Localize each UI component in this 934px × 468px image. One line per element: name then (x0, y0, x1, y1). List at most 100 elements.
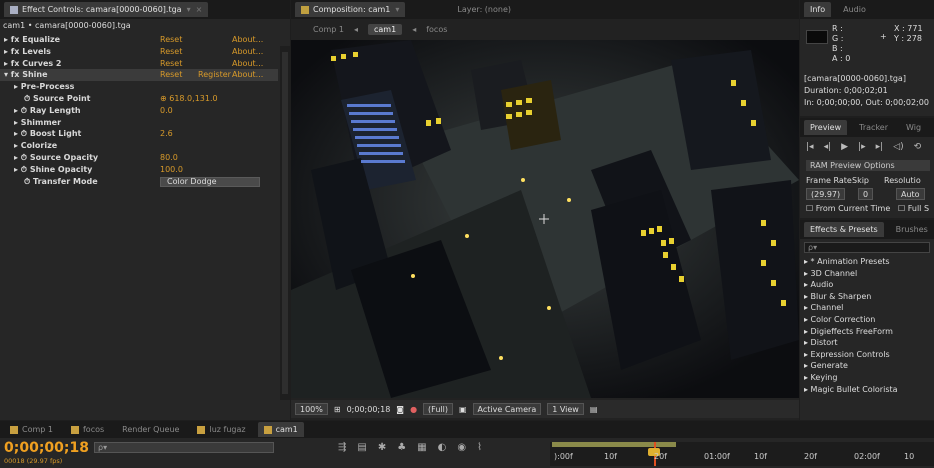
effect-row-value[interactable]: About... (232, 46, 263, 58)
audio-icon[interactable]: ◁) (893, 142, 903, 152)
effect-row-value[interactable]: 0.0 (160, 105, 173, 117)
breadcrumb-focos[interactable]: focos (426, 25, 447, 34)
graph-editor-icon[interactable]: ⌇ (477, 442, 482, 453)
camera-snapshot-icon[interactable]: ◙ (396, 405, 404, 414)
tab-wiggler[interactable]: Wig (900, 120, 927, 135)
timeline-tab[interactable]: Comp 1 (4, 422, 59, 437)
tab-audio[interactable]: Audio (837, 2, 872, 17)
effect-row-value[interactable]: 100.0 (160, 164, 183, 176)
resolution-dropdown[interactable]: (Full) (423, 403, 453, 415)
effect-row-value[interactable]: 2.6 (160, 128, 173, 140)
effects-category-item[interactable]: ▸ Expression Controls (804, 349, 934, 361)
transfer-mode-dropdown[interactable]: Color Dodge (160, 176, 260, 187)
first-frame-icon[interactable]: |◂ (806, 142, 814, 152)
effect-row[interactable]: ▸ Shimmer (0, 117, 278, 129)
previous-frame-icon[interactable]: ◂| (824, 142, 832, 152)
time-ruler[interactable]: ):00f 10f 20f 01:00f 10f 20f 02:00f 10 (550, 442, 934, 466)
timeline-search-input[interactable]: ρ▾ (94, 442, 274, 453)
next-frame-icon[interactable]: |▸ (858, 142, 866, 152)
effect-row-value[interactable]: 80.0 (160, 152, 178, 164)
timeline-tab[interactable]: Render Queue (116, 422, 185, 437)
effects-category-item[interactable]: ▸ Color Correction (804, 314, 934, 326)
effect-row[interactable]: ▸ ⏱ Boost Light 2.6 (0, 128, 278, 140)
effect-row[interactable]: ▸ fx Curves 2 Reset About... (0, 58, 278, 70)
effect-row-value[interactable]: Reset (160, 34, 182, 46)
close-icon[interactable]: × (196, 5, 203, 14)
tab-tracker[interactable]: Tracker (853, 120, 894, 135)
fast-previews-icon[interactable]: ▤ (590, 405, 598, 414)
chevron-down-icon[interactable]: ▾ (395, 5, 399, 14)
effect-row[interactable]: ⏱ Source Point ⊕ 618.0,131.0 (0, 93, 278, 105)
effect-row-value[interactable]: Register (198, 69, 231, 81)
effects-category-item[interactable]: ▸ Audio (804, 279, 934, 291)
timeline-tab[interactable]: cam1 (257, 422, 304, 437)
effect-row-value[interactable]: ⊕ 618.0,131.0 (160, 93, 218, 105)
effects-category-item[interactable]: ▸ Digieffects FreeForm (804, 326, 934, 338)
effect-row[interactable]: ⏱ Transfer Mode Color Dodge (0, 176, 278, 188)
tab-info[interactable]: Info (804, 2, 832, 17)
draft-3d-icon[interactable]: ✱ (378, 442, 386, 453)
brainstorm-icon[interactable]: ◉ (457, 442, 466, 453)
effect-row[interactable]: ▸ ⏱ Source Opacity 80.0 (0, 152, 278, 164)
effect-row-value[interactable]: Reset (160, 69, 182, 81)
from-current-time-checkbox[interactable]: ☐ From Current Time (806, 204, 890, 213)
effects-category-item[interactable]: ▸ Distort (804, 337, 934, 349)
skip-dropdown[interactable]: 0 (858, 188, 874, 200)
breadcrumb-comp1[interactable]: Comp 1 (313, 25, 344, 34)
tab-brushes[interactable]: Brushes (890, 222, 934, 237)
loop-icon[interactable]: ⟲ (914, 142, 922, 152)
tab-effects-presets[interactable]: Effects & Presets (804, 222, 884, 237)
effects-category-item[interactable]: ▸ Keying (804, 372, 934, 384)
breadcrumb-cam1[interactable]: cam1 (368, 23, 403, 35)
effect-row[interactable]: ▸ Pre-Process (0, 81, 278, 93)
frame-rate-dropdown[interactable]: (29.97) (806, 188, 846, 200)
grid-icon[interactable]: ⊞ (334, 405, 341, 414)
shy-icon[interactable]: ♣ (397, 442, 406, 453)
effect-row-value[interactable]: About... (232, 69, 263, 81)
effect-row-value[interactable]: About... (232, 34, 263, 46)
tab-effect-controls[interactable]: Effect Controls: camara[0000-0060].tga ▾… (4, 2, 209, 17)
tab-composition[interactable]: Composition: cam1 ▾ (295, 2, 406, 17)
effect-row[interactable]: ▸ fx Equalize Reset About... (0, 34, 278, 46)
work-area-bar[interactable] (552, 442, 676, 447)
effect-controls-scrollbar[interactable] (280, 46, 290, 400)
tab-preview[interactable]: Preview (804, 120, 848, 135)
play-icon[interactable]: ▶ (841, 142, 848, 152)
timeline-tab[interactable]: luz fugaz (191, 422, 251, 437)
effects-search-input[interactable]: ρ▾ (804, 242, 930, 253)
effects-category-item[interactable]: ▸ Generate (804, 360, 934, 372)
effects-category-item[interactable]: ▸ * Animation Presets (804, 256, 934, 268)
effect-row-value[interactable]: Reset (160, 46, 182, 58)
frame-blending-icon[interactable]: ▦ (417, 442, 426, 453)
resolution-dropdown[interactable]: Auto (896, 188, 925, 200)
effect-row-value[interactable]: About... (232, 58, 263, 70)
full-screen-checkbox[interactable]: ☐ Full S (898, 204, 929, 213)
effect-row[interactable]: ▸ ⏱ Shine Opacity 100.0 (0, 164, 278, 176)
effect-row[interactable]: ▾ fx Shine Reset Register About... (0, 69, 278, 82)
current-timecode[interactable]: 0;00;00;18 (4, 440, 89, 456)
timeline-tab[interactable]: focos (65, 422, 110, 437)
effect-row[interactable]: ▸ ⏱ Ray Length 0.0 (0, 105, 278, 117)
camera-dropdown[interactable]: Active Camera (472, 403, 542, 415)
motion-blur-icon[interactable]: ◐ (438, 442, 447, 453)
last-frame-icon[interactable]: ▸| (876, 142, 884, 152)
effect-row-value[interactable]: Reset (160, 58, 182, 70)
effect-row-label: ▸ ⏱ Source Opacity (14, 152, 99, 162)
comp-mini-flowchart-icon[interactable]: ⇶ (338, 442, 346, 453)
effects-category-item[interactable]: ▸ 3D Channel (804, 268, 934, 280)
effects-category-item[interactable]: ▸ Blur & Sharpen (804, 291, 934, 303)
chevron-down-icon[interactable]: ▾ (187, 5, 191, 14)
effect-row[interactable]: ▸ Colorize (0, 140, 278, 152)
effects-category-item[interactable]: ▸ Channel (804, 302, 934, 314)
effects-category-item[interactable]: ▸ Magic Bullet Colorista (804, 384, 934, 396)
color-channels-icon[interactable]: ● (410, 405, 417, 414)
composition-viewer[interactable] (291, 40, 799, 398)
tab-layer[interactable]: Layer: (none) (451, 2, 517, 17)
zoom-dropdown[interactable]: 100% (295, 403, 328, 415)
live-update-icon[interactable]: ▤ (357, 442, 366, 453)
effect-row[interactable]: ▸ fx Levels Reset About... (0, 46, 278, 58)
region-icon[interactable]: ▣ (459, 405, 467, 414)
timecode-display[interactable]: 0;00;00;18 (347, 405, 391, 414)
view-layout-dropdown[interactable]: 1 View (547, 403, 584, 415)
ram-preview-options-dropdown[interactable]: RAM Preview Options (806, 160, 930, 171)
